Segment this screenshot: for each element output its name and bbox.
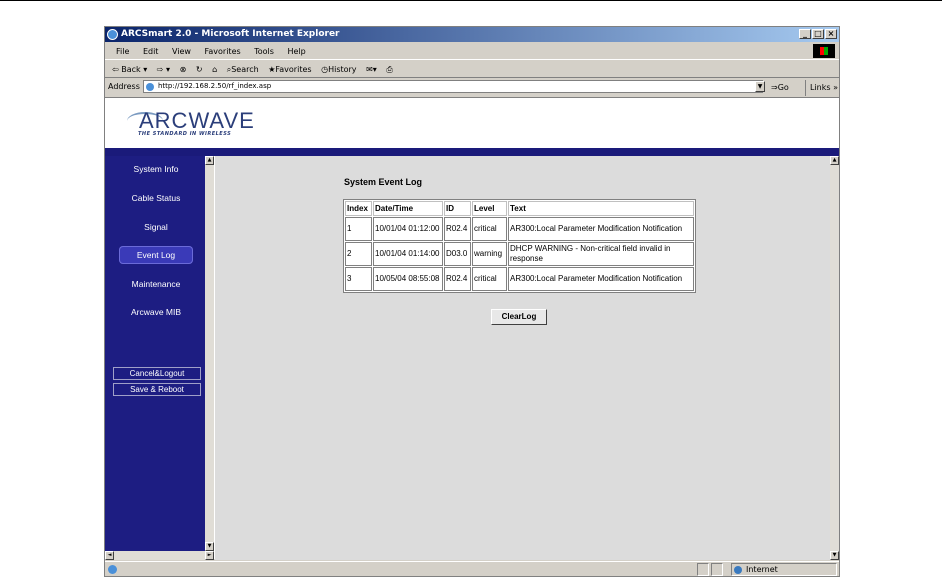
search-button[interactable]: ⌕Search xyxy=(227,65,259,74)
address-dropdown-button[interactable]: ▼ xyxy=(755,81,765,92)
sidebar-item-signal[interactable]: Signal xyxy=(119,218,193,236)
cell-datetime: 10/01/04 01:12:00 xyxy=(373,217,443,241)
scroll-right-arrow-icon[interactable]: ► xyxy=(205,551,214,560)
mail-icon[interactable]: ✉▾ xyxy=(366,65,377,74)
cell-level: critical xyxy=(472,267,507,291)
main-content: System Event Log Index Date/Time ID Leve… xyxy=(215,156,830,560)
logo-tagline: THE STANDARD IN WIRELESS xyxy=(138,131,232,137)
column-header-id: ID xyxy=(444,201,471,216)
cell-datetime: 10/05/04 08:55:08 xyxy=(373,267,443,291)
status-bar: Internet xyxy=(105,561,839,576)
history-button[interactable]: ◷History xyxy=(321,65,356,74)
ie-icon xyxy=(107,29,118,40)
column-header-text: Text xyxy=(508,201,694,216)
refresh-icon[interactable]: ↻ xyxy=(196,65,203,74)
sidebar-item-cable-status[interactable]: Cable Status xyxy=(119,189,193,207)
sidebar-horizontal-scrollbar[interactable]: ◄ ► xyxy=(105,551,214,560)
column-header-index: Index xyxy=(345,201,372,216)
scroll-down-arrow-icon[interactable]: ▼ xyxy=(830,551,839,560)
browser-window: ARCSmart 2.0 - Microsoft Internet Explor… xyxy=(104,26,840,577)
close-button[interactable]: × xyxy=(825,29,837,39)
status-panel xyxy=(697,563,709,576)
cell-index: 1 xyxy=(345,217,372,241)
page-viewport: ARCWAVE THE STANDARD IN WIRELESS System … xyxy=(105,97,839,560)
header-band xyxy=(105,148,839,156)
sidebar-vertical-scrollbar[interactable]: ▲ ▼ xyxy=(205,156,214,551)
cancel-logout-button[interactable]: Cancel&Logout xyxy=(113,367,201,380)
page-vertical-scrollbar[interactable]: ▲ ▼ xyxy=(830,156,839,560)
cell-id: D03.0 xyxy=(444,242,471,266)
sidebar-item-system-info[interactable]: System Info xyxy=(119,160,193,178)
links-button[interactable]: Links » xyxy=(805,80,838,96)
cell-datetime: 10/01/04 01:14:00 xyxy=(373,242,443,266)
print-icon[interactable]: ⎙ xyxy=(386,65,392,74)
scroll-up-arrow-icon[interactable]: ▲ xyxy=(830,156,839,165)
back-button[interactable]: ⇦ Back ▾ xyxy=(112,65,147,74)
table-header-row: Index Date/Time ID Level Text xyxy=(345,201,694,216)
sidebar-nav: System Info Cable Status Signal Event Lo… xyxy=(105,156,205,560)
table-row: 2 10/01/04 01:14:00 D03.0 warning DHCP W… xyxy=(345,242,694,266)
maximize-button[interactable]: □ xyxy=(812,29,824,39)
header-banner: ARCWAVE THE STANDARD IN WIRELESS xyxy=(105,98,839,148)
go-button[interactable]: ⇒Go xyxy=(771,80,789,96)
table-row: 3 10/05/04 08:55:08 R02.4 critical AR300… xyxy=(345,267,694,291)
window-title: ARCSmart 2.0 - Microsoft Internet Explor… xyxy=(121,29,340,39)
sidebar-item-arcwave-mib[interactable]: Arcwave MIB xyxy=(119,303,193,321)
menu-tools[interactable]: Tools xyxy=(254,47,274,56)
menu-edit[interactable]: Edit xyxy=(143,47,159,56)
window-controls: _ □ × xyxy=(799,29,837,39)
save-reboot-button[interactable]: Save & Reboot xyxy=(113,383,201,396)
cell-index: 2 xyxy=(345,242,372,266)
column-header-level: Level xyxy=(472,201,507,216)
forward-button[interactable]: ⇨ ▾ xyxy=(157,65,170,74)
event-log-table: Index Date/Time ID Level Text 1 10/01/04… xyxy=(343,199,696,293)
cell-level: critical xyxy=(472,217,507,241)
column-header-datetime: Date/Time xyxy=(373,201,443,216)
cell-text: AR300:Local Parameter Modification Notif… xyxy=(508,217,694,241)
menu-file[interactable]: File xyxy=(116,47,129,56)
scroll-up-arrow-icon[interactable]: ▲ xyxy=(205,156,214,165)
status-panel xyxy=(711,563,723,576)
home-icon[interactable]: ⌂ xyxy=(212,65,217,74)
address-bar: Address http://192.168.2.50/rf_index.asp… xyxy=(105,79,839,96)
standard-toolbar: ⇦ Back ▾ ⇨ ▾ ⊗ ↻ ⌂ ⌕Search ★Favorites ◷H… xyxy=(105,61,839,78)
page-status-icon xyxy=(108,565,117,574)
menu-bar: File Edit View Favorites Tools Help xyxy=(105,43,839,60)
minimize-button[interactable]: _ xyxy=(799,29,811,39)
title-bar[interactable]: ARCSmart 2.0 - Microsoft Internet Explor… xyxy=(105,27,839,42)
security-zone: Internet xyxy=(731,563,837,576)
favorites-button[interactable]: ★Favorites xyxy=(268,65,311,74)
windows-logo-icon xyxy=(813,44,835,58)
cell-id: R02.4 xyxy=(444,267,471,291)
stop-icon[interactable]: ⊗ xyxy=(180,65,187,74)
sidebar-item-event-log[interactable]: Event Log xyxy=(119,246,193,264)
table-row: 1 10/01/04 01:12:00 R02.4 critical AR300… xyxy=(345,217,694,241)
page-top-rule xyxy=(0,0,942,1)
scroll-down-arrow-icon[interactable]: ▼ xyxy=(205,542,214,551)
cell-text: AR300:Local Parameter Modification Notif… xyxy=(508,267,694,291)
sidebar-item-maintenance[interactable]: Maintenance xyxy=(119,275,193,293)
menu-view[interactable]: View xyxy=(172,47,191,56)
menu-favorites[interactable]: Favorites xyxy=(205,47,241,56)
page-title: System Event Log xyxy=(344,177,423,187)
cell-index: 3 xyxy=(345,267,372,291)
cell-level: warning xyxy=(472,242,507,266)
scroll-left-arrow-icon[interactable]: ◄ xyxy=(105,551,114,560)
address-label: Address xyxy=(108,82,140,91)
menu-help[interactable]: Help xyxy=(287,47,305,56)
address-input[interactable]: http://192.168.2.50/rf_index.asp xyxy=(143,80,763,93)
cell-id: R02.4 xyxy=(444,217,471,241)
clear-log-button[interactable]: ClearLog xyxy=(491,309,547,325)
cell-text: DHCP WARNING - Non-critical field invali… xyxy=(508,242,694,266)
